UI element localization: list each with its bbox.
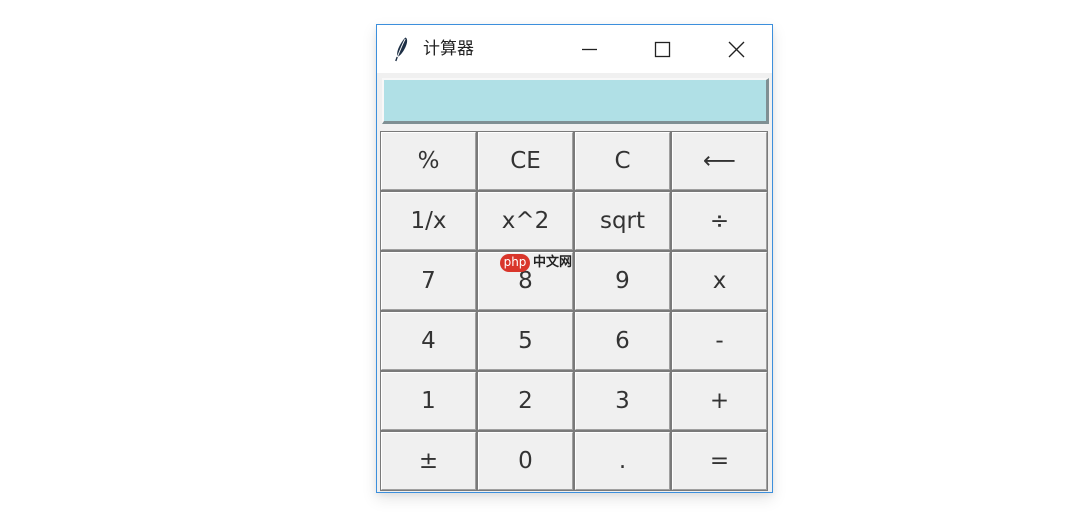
watermark-text: 中文网 <box>533 255 573 270</box>
add-button[interactable]: + <box>671 371 768 431</box>
window-title: 计算器 <box>423 39 474 59</box>
digit-5-button[interactable]: 5 <box>477 311 574 371</box>
clear-button[interactable]: C <box>574 131 671 191</box>
digit-0-label: 0 <box>518 447 533 474</box>
divide-label: ÷ <box>709 207 730 234</box>
subtract-label: - <box>715 327 724 354</box>
digit-9-label: 9 <box>615 267 630 294</box>
close-button[interactable] <box>699 25 772 73</box>
feather-icon <box>395 37 408 62</box>
digit-7-label: 7 <box>421 267 436 294</box>
digit-6-label: 6 <box>615 327 630 354</box>
multiply-button[interactable]: x <box>671 251 768 311</box>
clear-entry-button[interactable]: CE <box>477 131 574 191</box>
watermark: php 中文网 <box>500 254 582 274</box>
digit-4-label: 4 <box>421 327 436 354</box>
title-bar[interactable]: 计算器 <box>377 25 772 73</box>
keypad: % CE C ⟵ 1/x x^2 sqrt ÷ 7 8 9 x 4 5 6-1 2 3 + ±0. = <box>380 131 769 491</box>
backspace-button[interactable]: ⟵ <box>671 131 768 191</box>
decimal-button[interactable]: . <box>574 431 671 491</box>
display-entry[interactable] <box>382 78 769 124</box>
digit-0-button[interactable]: 0 <box>477 431 574 491</box>
backspace-label: ⟵ <box>703 147 736 174</box>
digit-5-label: 5 <box>518 327 533 354</box>
digit-1-label: 1 <box>421 387 436 414</box>
percent-button[interactable]: % <box>380 131 477 191</box>
digit-9-button[interactable]: 9 <box>574 251 671 311</box>
square-label: x^2 <box>501 207 550 234</box>
digit-4-button[interactable]: 4 <box>380 311 477 371</box>
decimal-label: . <box>618 447 627 474</box>
equals-button[interactable]: = <box>671 431 768 491</box>
reciprocal-label: 1/x <box>410 207 447 234</box>
multiply-label: x <box>712 267 727 294</box>
watermark-badge: php <box>500 254 530 272</box>
minimize-icon <box>582 48 597 51</box>
sqrt-label: sqrt <box>599 207 646 234</box>
sqrt-button[interactable]: sqrt <box>574 191 671 251</box>
divide-button[interactable]: ÷ <box>671 191 768 251</box>
negate-label: ± <box>418 447 439 474</box>
subtract-button[interactable]: - <box>671 311 768 371</box>
digit-2-label: 2 <box>518 387 533 414</box>
digit-1-button[interactable]: 1 <box>380 371 477 431</box>
negate-button[interactable]: ± <box>380 431 477 491</box>
add-label: + <box>709 387 730 414</box>
digit-2-button[interactable]: 2 <box>477 371 574 431</box>
maximize-button[interactable] <box>626 25 699 73</box>
digit-3-label: 3 <box>615 387 630 414</box>
clear-entry-label: CE <box>510 147 541 174</box>
clear-label: C <box>614 147 631 174</box>
maximize-icon <box>654 41 671 58</box>
equals-label: = <box>709 447 730 474</box>
close-icon <box>728 41 745 58</box>
square-button[interactable]: x^2 <box>477 191 574 251</box>
digit-6-button[interactable]: 6 <box>574 311 671 371</box>
reciprocal-button[interactable]: 1/x <box>380 191 477 251</box>
minimize-button[interactable] <box>553 25 626 73</box>
digit-7-button[interactable]: 7 <box>380 251 477 311</box>
digit-3-button[interactable]: 3 <box>574 371 671 431</box>
percent-label: % <box>417 147 440 174</box>
